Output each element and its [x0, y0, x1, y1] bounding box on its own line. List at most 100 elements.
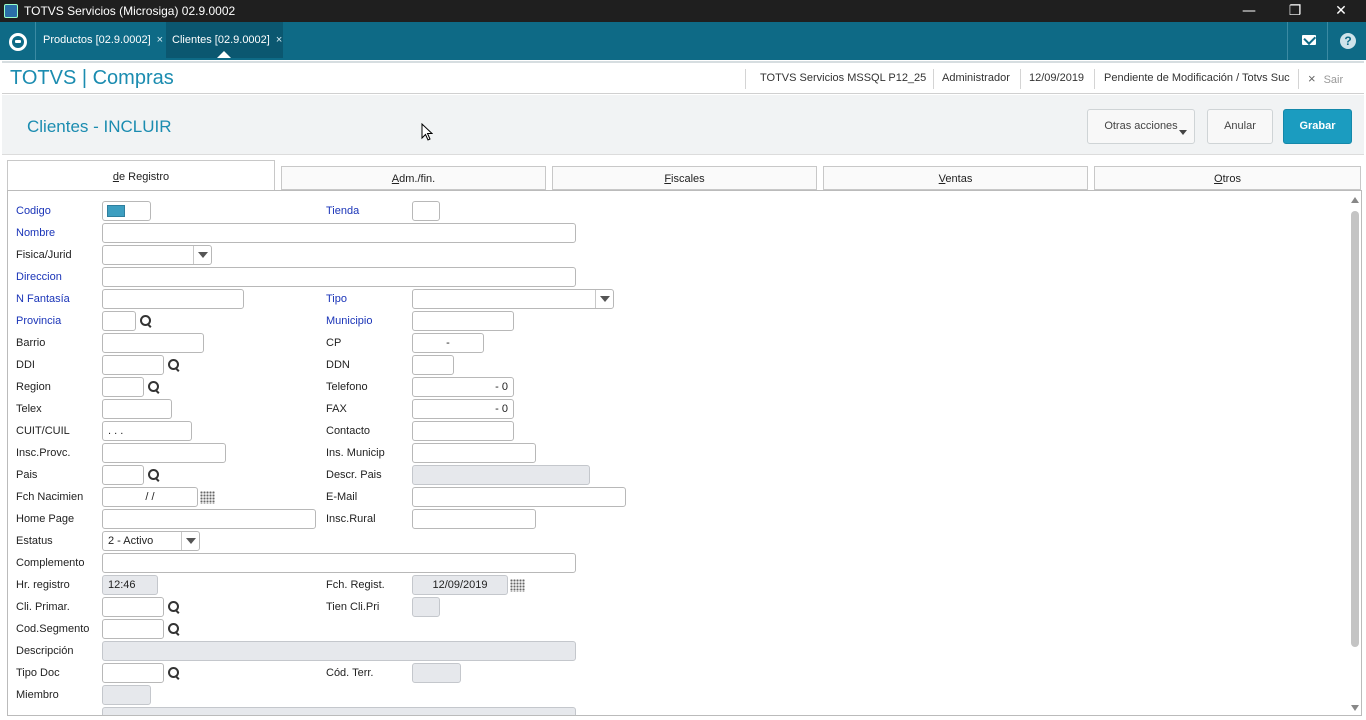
- close-tab-icon[interactable]: ×: [157, 34, 163, 46]
- provincia-input[interactable]: [102, 311, 136, 331]
- tipo-doc-input[interactable]: [102, 663, 164, 683]
- search-icon[interactable]: [168, 667, 181, 680]
- tipo-select[interactable]: [412, 289, 614, 309]
- more-actions-label: Otras acciones: [1104, 120, 1178, 132]
- more-actions-button[interactable]: Otras acciones: [1087, 109, 1195, 144]
- vertical-scrollbar[interactable]: [1350, 195, 1360, 713]
- insc-provc-label: Insc.Provc.: [16, 447, 71, 459]
- direccion-label: Direccion: [16, 271, 62, 283]
- folder-label: entas: [945, 173, 973, 185]
- search-icon[interactable]: [168, 601, 181, 614]
- folder-tab-otros[interactable]: Otros: [1094, 166, 1361, 190]
- estatus-select[interactable]: 2 - Activo: [102, 531, 200, 551]
- complemento-input[interactable]: [102, 553, 576, 573]
- fantasia-label: N Fantasía: [16, 293, 70, 305]
- region-input[interactable]: [102, 377, 144, 397]
- brand-title: TOTVS | Compras: [10, 67, 174, 89]
- cancel-button[interactable]: Anular: [1207, 109, 1273, 144]
- search-icon[interactable]: [140, 315, 153, 328]
- branch-label[interactable]: Pendiente de Modificación / Totvs Suc: [1104, 72, 1290, 84]
- municipio-input[interactable]: [412, 311, 514, 331]
- contacto-label: Contacto: [326, 425, 371, 437]
- form-header: Clientes - INCLUIR Otras acciones Anular…: [2, 95, 1364, 155]
- save-button[interactable]: Grabar: [1283, 109, 1352, 144]
- chevron-down-icon[interactable]: [193, 246, 211, 264]
- cp-label: CP: [326, 337, 342, 349]
- next-row-input: [102, 707, 576, 715]
- email-input[interactable]: [412, 487, 626, 507]
- exit-button[interactable]: × Sair: [1308, 71, 1343, 86]
- folder-tab-ventas[interactable]: Ventas: [823, 166, 1088, 190]
- totvs-logo-icon[interactable]: [9, 33, 27, 51]
- tienda-label: Tienda: [326, 205, 360, 217]
- scroll-thumb[interactable]: [1351, 211, 1359, 647]
- telefono-input[interactable]: - 0: [412, 377, 514, 397]
- calendar-icon[interactable]: [510, 579, 525, 592]
- contacto-input[interactable]: [412, 421, 514, 441]
- cod-segmento-input[interactable]: [102, 619, 164, 639]
- scroll-up-icon[interactable]: [1351, 197, 1359, 203]
- scroll-down-icon[interactable]: [1351, 705, 1359, 711]
- search-icon[interactable]: [168, 623, 181, 636]
- barrio-input[interactable]: [102, 333, 204, 353]
- pais-input[interactable]: [102, 465, 144, 485]
- fantasia-input[interactable]: [102, 289, 244, 309]
- cuit-label: CUIT/CUIL: [16, 425, 70, 437]
- search-icon[interactable]: [148, 469, 161, 482]
- active-tab-indicator: [217, 51, 231, 58]
- ins-municip-input[interactable]: [412, 443, 536, 463]
- cli-primar-input[interactable]: [102, 597, 164, 617]
- fisica-jurid-label: Fisica/Jurid: [16, 249, 72, 261]
- insc-provc-input[interactable]: [102, 443, 226, 463]
- calendar-icon[interactable]: [200, 491, 215, 504]
- divider: [1094, 69, 1095, 89]
- home-page-input[interactable]: [102, 509, 316, 529]
- tab-label: Clientes [02.9.0002]: [172, 34, 270, 46]
- tab-label: Productos [02.9.0002]: [43, 34, 151, 46]
- folder-tab-registro[interactable]: de Registro: [7, 160, 275, 190]
- municipio-label: Municipio: [326, 315, 373, 327]
- fch-nacimien-input[interactable]: / /: [102, 487, 198, 507]
- environment-label: TOTVS Servicios MSSQL P12_25: [760, 72, 927, 84]
- restore-button[interactable]: ❐: [1272, 0, 1318, 22]
- close-window-button[interactable]: ✕: [1318, 0, 1364, 22]
- insc-rural-input[interactable]: [412, 509, 536, 529]
- search-icon[interactable]: [168, 359, 181, 372]
- close-tab-icon[interactable]: ×: [276, 34, 282, 46]
- tipo-doc-label: Tipo Doc: [16, 667, 60, 679]
- minimize-button[interactable]: —: [1226, 0, 1272, 22]
- tienda-input[interactable]: [412, 201, 440, 221]
- nombre-input[interactable]: [102, 223, 576, 243]
- form-title: Clientes - INCLUIR: [27, 117, 172, 136]
- divider: [1327, 22, 1328, 60]
- chevron-down-icon[interactable]: [595, 290, 613, 308]
- divider: [1020, 69, 1021, 89]
- window-title-bar: TOTVS Servicios (Microsiga) 02.9.0002 — …: [0, 0, 1366, 22]
- divider: [1287, 22, 1288, 60]
- folder-tab-adm-fin[interactable]: Adm./fin.: [281, 166, 546, 190]
- telefono-label: Telefono: [326, 381, 368, 393]
- folder-label: e Registro: [118, 171, 170, 183]
- codigo-input[interactable]: [102, 201, 151, 221]
- mail-icon[interactable]: [1302, 35, 1316, 45]
- fisica-jurid-select[interactable]: [102, 245, 212, 265]
- fch-regist-input: 12/09/2019: [412, 575, 508, 595]
- ddi-input[interactable]: [102, 355, 164, 375]
- ddn-input[interactable]: [412, 355, 454, 375]
- cuit-input[interactable]: . . .: [102, 421, 192, 441]
- descr-pais-input: [412, 465, 590, 485]
- cp-input[interactable]: -: [412, 333, 484, 353]
- direccion-input[interactable]: [102, 267, 576, 287]
- folder-tab-fiscales[interactable]: Fiscales: [552, 166, 817, 190]
- ddi-label: DDI: [16, 359, 35, 371]
- chevron-down-icon[interactable]: [181, 532, 199, 550]
- telex-input[interactable]: [102, 399, 172, 419]
- hotkey-letter: O: [1214, 173, 1223, 185]
- fax-input[interactable]: - 0: [412, 399, 514, 419]
- help-icon[interactable]: ?: [1340, 33, 1356, 49]
- tab-productos[interactable]: Productos [02.9.0002] ×: [37, 22, 165, 58]
- search-icon[interactable]: [148, 381, 161, 394]
- descr-pais-label: Descr. Pais: [326, 469, 382, 481]
- insc-rural-label: Insc.Rural: [326, 513, 376, 525]
- nombre-label: Nombre: [16, 227, 56, 239]
